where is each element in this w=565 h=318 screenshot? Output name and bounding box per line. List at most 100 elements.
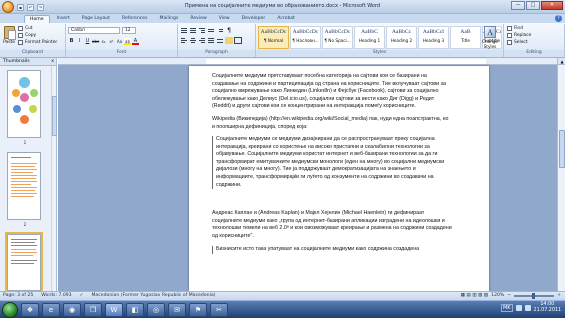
language-indicator[interactable]: Macedonian (Former Yugoslav Republic of … (91, 292, 215, 300)
align-left-icon[interactable] (180, 37, 188, 44)
style-name: ¶ Normal (263, 38, 284, 43)
bullets-icon[interactable] (180, 27, 188, 34)
taskbar-app[interactable]: ◎ (147, 302, 165, 317)
brush-icon (18, 40, 23, 45)
list-buttons: ¶ (180, 27, 233, 34)
paragraph[interactable]: Социјалните медиуми претставуваат посебн… (212, 73, 452, 111)
taskbar-app[interactable]: ⚑ (189, 302, 207, 317)
underline-button[interactable]: U (84, 38, 91, 45)
tab-review[interactable]: Review (185, 15, 211, 23)
scroll-thumb[interactable] (559, 130, 565, 168)
document-page[interactable]: Социјалните медиуми претставуваат посебн… (189, 66, 489, 291)
taskbar-app[interactable]: e (42, 302, 60, 317)
taskbar-app[interactable]: ✉ (168, 302, 186, 317)
style-title[interactable]: AaB Title (450, 26, 481, 49)
align-right-icon[interactable] (198, 37, 206, 44)
scroll-up-icon[interactable]: ▲ (558, 58, 565, 65)
replace-button[interactable]: Replace (507, 33, 531, 38)
document-scrollbar[interactable]: ▲ (557, 58, 565, 291)
tab-insert[interactable]: Insert (52, 15, 75, 23)
taskbar-app[interactable]: ◉ (63, 302, 81, 317)
copy-button[interactable]: Copy (18, 33, 36, 38)
style-heading-2[interactable]: AaBbCc Heading 2 (386, 26, 417, 49)
select-label: Select (514, 40, 528, 45)
tab-mailings[interactable]: Mailings (155, 15, 184, 23)
font-color-button[interactable]: A (132, 38, 139, 45)
format-painter-button[interactable]: Format Painter (18, 40, 57, 45)
maximize-button[interactable]: □ (526, 1, 540, 10)
highlight-button[interactable]: ab (124, 38, 131, 45)
text-line (11, 178, 36, 179)
minimize-button[interactable]: — (511, 1, 525, 10)
subscript-button[interactable]: x₂ (100, 38, 107, 45)
bold-button[interactable]: B (68, 38, 75, 45)
start-button[interactable] (2, 301, 18, 318)
style-heading-3[interactable]: AaBbCcI Heading 3 (418, 26, 449, 49)
line-spacing-icon[interactable] (216, 37, 224, 44)
italic-button[interactable]: I (76, 38, 83, 45)
font-size-dropdown[interactable]: 12 (122, 27, 136, 34)
show-marks-icon[interactable]: ¶ (225, 27, 233, 34)
text-line (11, 175, 37, 176)
zoom-out-icon[interactable]: − (507, 292, 511, 300)
page-thumbnail[interactable] (7, 70, 41, 138)
tab-home[interactable]: Home (24, 15, 50, 23)
taskbar-app[interactable]: ❐ (84, 302, 102, 317)
taskbar-app[interactable]: ❖ (21, 302, 39, 317)
zoom-level[interactable]: 120% (491, 292, 504, 300)
taskbar-app[interactable]: ✂ (210, 302, 228, 317)
page-thumbnail[interactable] (7, 152, 41, 220)
word-count[interactable]: Words: 7.093 (41, 292, 71, 300)
tab-references[interactable]: References (117, 15, 153, 23)
style-heading-custom[interactable]: AaBbCcDc ¶ Насловн... (290, 26, 321, 49)
volume-icon[interactable] (524, 305, 531, 311)
find-button[interactable]: Find (507, 26, 523, 31)
taskbar-app[interactable]: ◧ (126, 302, 144, 317)
font-name-dropdown[interactable]: Calibri (68, 27, 120, 34)
increase-indent-icon[interactable] (216, 27, 224, 34)
align-center-icon[interactable] (189, 37, 197, 44)
zoom-in-icon[interactable]: + (557, 292, 561, 300)
paragraph[interactable]: Андреас Каплан и (Andreas Kaplan) и Мајк… (212, 210, 452, 240)
borders-icon[interactable] (234, 37, 242, 44)
tab-acrobat[interactable]: Acrobat (272, 15, 300, 23)
page-thumbnail-current[interactable] (5, 232, 43, 293)
numbering-icon[interactable] (189, 27, 197, 34)
style-normal[interactable]: AaBbCcDc ¶ Normal (258, 26, 289, 49)
close-button[interactable]: ✕ (541, 1, 563, 10)
page-count[interactable]: Page: 3 of 25 (3, 292, 33, 300)
change-styles-button[interactable]: A Change Styles (478, 26, 502, 49)
help-icon[interactable]: ? (555, 15, 562, 22)
multilevel-list-icon[interactable] (198, 27, 206, 34)
quote-paragraph[interactable]: Социјалните медиуми се медиуми дизајнира… (212, 136, 452, 190)
horizontal-ruler[interactable] (58, 58, 557, 65)
paste-button[interactable]: Paste (2, 26, 16, 48)
superscript-button[interactable]: x² (108, 38, 115, 45)
style-no-spacing[interactable]: AaBbCcDc ¶ No Spaci... (322, 26, 353, 49)
tab-page-layout[interactable]: Page Layout (77, 15, 115, 23)
view-buttons[interactable]: ▦ ▤ ▥ ▧ ▨ (461, 292, 489, 300)
tab-view[interactable]: View (214, 15, 235, 23)
scroll-thumb[interactable] (52, 96, 57, 136)
thumbnails-scrollbar[interactable] (51, 66, 57, 291)
clock[interactable]: 14:00 21.07.2011 (534, 302, 561, 314)
language-button[interactable]: MK (500, 304, 513, 312)
change-styles-icon: A (484, 26, 496, 38)
select-button[interactable]: Select (507, 40, 528, 45)
proofing-icon[interactable]: ✓ (80, 292, 84, 300)
justify-icon[interactable] (207, 37, 215, 44)
style-heading-1[interactable]: AaBbC Heading 1 (354, 26, 385, 49)
paragraph[interactable]: Бизнисите исто така упатуваат на социјал… (212, 246, 452, 254)
close-thumbnails-icon[interactable]: x (51, 58, 54, 66)
zoom-slider[interactable] (514, 293, 555, 299)
tab-developer[interactable]: Developer (237, 15, 271, 23)
network-icon[interactable] (515, 305, 522, 311)
strikethrough-button[interactable]: abc (92, 38, 99, 45)
decrease-indent-icon[interactable] (207, 27, 215, 34)
shading-icon[interactable] (225, 37, 233, 44)
paragraph[interactable]: Wikipedia (Википедија) (http://en.wikipe… (212, 116, 452, 131)
style-sample: AaBbCc (391, 29, 412, 35)
taskbar-app-word[interactable]: W (105, 302, 123, 317)
change-case-button[interactable]: Aa (116, 38, 123, 45)
cut-button[interactable]: Cut (18, 26, 33, 31)
